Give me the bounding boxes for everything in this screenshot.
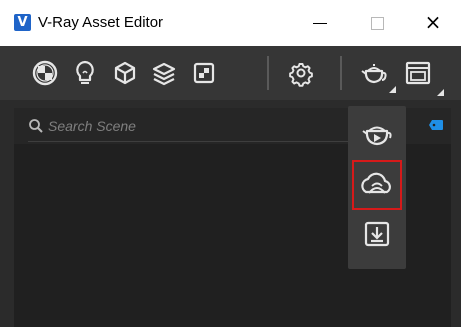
export-vrscene-icon [364,221,390,247]
close-icon: × [424,10,442,34]
title-bar: V V-Ray Asset Editor × [0,0,461,46]
close-button[interactable]: × [413,8,453,38]
geometry-icon [114,61,136,85]
textures-icon [193,62,215,84]
render-options-menu [348,106,406,269]
maximize-button[interactable] [357,8,397,38]
lights-icon [76,60,94,84]
materials-icon [32,60,58,86]
render-button[interactable] [356,55,392,91]
logo-letter: V [17,15,28,30]
minimize-button[interactable] [300,8,340,38]
layers-icon [152,62,176,86]
layers-button[interactable] [146,55,182,91]
settings-button[interactable] [283,55,319,91]
minimize-icon [313,23,327,24]
lights-button[interactable] [67,55,103,91]
toolbar-divider [340,56,342,90]
render-teapot-icon [361,64,387,84]
frame-buffer-icon [405,61,431,85]
vray-logo-icon: V [14,14,31,31]
frame-buffer-button[interactable] [400,55,444,96]
render-interactive-button[interactable] [354,111,400,157]
dropdown-indicator [437,89,444,96]
tag-filter-icon[interactable] [429,120,443,130]
maximize-icon [371,17,384,30]
toolbar [0,46,461,100]
toolbar-divider [267,56,269,90]
asset-editor-window: V V-Ray Asset Editor × [0,0,461,327]
render-cloud-icon [361,172,391,194]
render-cloud-button[interactable] [352,160,402,210]
window-title: V-Ray Asset Editor [38,14,164,31]
geometry-button[interactable] [107,55,143,91]
dropdown-indicator [389,86,396,93]
search-icon [29,119,43,133]
textures-button[interactable] [186,55,222,91]
settings-icon [289,63,313,87]
materials-button[interactable] [27,55,63,91]
export-vrscene-button[interactable] [354,212,400,258]
render-interactive-icon [362,126,392,146]
